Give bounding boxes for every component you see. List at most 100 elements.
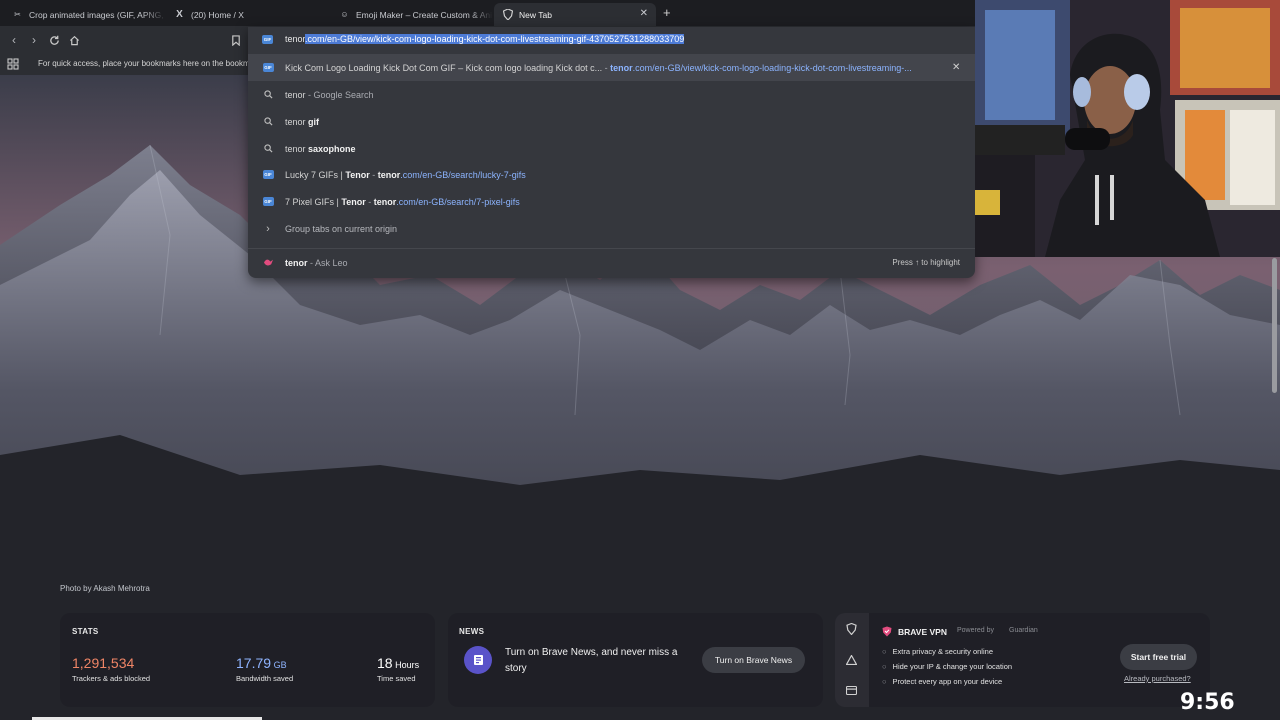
tenor-gif-icon: GIF — [262, 63, 274, 72]
time-saved-stat: 18 Hours Time saved — [377, 655, 419, 683]
bandwidth-saved-stat: 17.79 GB Bandwidth saved — [236, 655, 293, 683]
vpn-feature: ○ Protect every app on your device — [882, 677, 1003, 686]
vpn-feature-list: ○ Extra privacy & security online ○ Hide y… — [882, 644, 1012, 689]
time-unit: Hours — [395, 660, 420, 670]
suggestion-url-match: tenor — [373, 196, 397, 207]
keyboard-hint: Press ↑ to highlight — [892, 258, 960, 267]
suggestion-7-pixel-gifs[interactable]: GIF 7 Pixel GIFs | Tenor - tenor.com/en-… — [248, 188, 975, 215]
suggestion-tenor-gif[interactable]: tenor gif — [248, 108, 975, 135]
url-typed-text: tenor — [285, 34, 306, 44]
time-value: 18 — [377, 655, 393, 671]
remove-suggestion-icon[interactable]: ✕ — [952, 62, 960, 73]
suggestion-separator: - — [365, 196, 374, 207]
suggestion-title-match: Tenor — [345, 169, 370, 180]
suggestion-url: .com/en-GB/search/lucky-7-gifs — [400, 169, 526, 180]
check-circle-icon: ○ — [882, 662, 887, 671]
suggestion-engine: - Google Search — [305, 89, 374, 100]
bookmarks-bar: For quick access, place your bookmarks h… — [0, 54, 250, 75]
suggestion-title: Lucky 7 GIFs | — [285, 169, 346, 180]
bookmark-icon[interactable] — [228, 32, 244, 48]
leo-label: - Ask Leo — [307, 257, 348, 268]
suggestion-title: Kick Com Logo Loading Kick Dot Com GIF –… — [285, 62, 603, 73]
omnibox-dropdown: GIF tenor.com/en-GB/view/kick-com-logo-l… — [248, 27, 975, 278]
chevron-right-icon: › — [266, 222, 270, 235]
suggestion-url-match: tenor — [610, 62, 633, 73]
vpn-feature: ○ Extra privacy & security online — [882, 647, 993, 656]
time-label: Time saved — [377, 674, 416, 683]
tab-emoji-maker[interactable]: ☺ Emoji Maker – Create Custom & Ani — [331, 3, 493, 26]
bandwidth-label: Bandwidth saved — [236, 674, 294, 683]
back-icon[interactable]: ‹ — [6, 32, 22, 48]
suggestion-completion: gif — [308, 116, 320, 127]
suggestion-url-match: tenor — [377, 169, 401, 180]
crop-icon: ✂ — [14, 10, 21, 19]
tab-strip: ✂ Crop animated images (GIF, APNG, W X (… — [0, 0, 975, 26]
trackers-blocked-stat: 1,291,534 Trackers & ads blocked — [72, 655, 150, 683]
new-tab-button[interactable]: + — [663, 5, 671, 20]
leo-icon — [262, 257, 274, 269]
clock-overlay: 9:56 pm — [1180, 690, 1235, 720]
vpn-feature: ○ Hide your IP & change your location — [882, 662, 1013, 671]
suggestion-query: tenor — [285, 116, 309, 127]
vpn-shield-icon — [882, 626, 892, 639]
reload-icon[interactable] — [46, 32, 62, 48]
home-icon[interactable] — [66, 32, 82, 48]
guardian-logo: Guardian — [1009, 627, 1038, 634]
suggestion-action-label: Group tabs on current origin — [285, 223, 398, 234]
suggestion-query: tenor — [285, 89, 306, 100]
photo-credit[interactable]: Photo by Akash Mehrotra — [60, 584, 150, 593]
card-icon[interactable] — [845, 685, 858, 697]
emoji-icon: ☺ — [340, 10, 349, 19]
widget-switcher — [835, 613, 869, 707]
tenor-gif-icon: GIF — [262, 170, 274, 179]
suggestion-group-tabs[interactable]: › Group tabs on current origin — [248, 215, 975, 242]
tenor-gif-icon: GIF — [262, 197, 274, 206]
suggestion-url: .com/en-GB/search/7-pixel-gifs — [396, 196, 520, 207]
powered-by-label: Powered by — [957, 627, 994, 634]
suggestion-search-tenor[interactable]: tenor - Google Search — [248, 81, 975, 108]
suggestion-tenor-saxophone[interactable]: tenor saxophone — [248, 135, 975, 162]
check-circle-icon: ○ — [882, 677, 887, 686]
search-icon — [262, 143, 274, 155]
suggestion-completion: saxophone — [308, 143, 356, 154]
url-input[interactable]: tenor.com/en-GB/view/kick-com-logo-loadi… — [285, 34, 685, 44]
tab-new-tab[interactable]: New Tab ✕ — [494, 3, 656, 26]
tab-title: New Tab — [519, 9, 552, 20]
vpn-widget: BRAVE VPN Powered by Guardian ○ Extra pri… — [835, 613, 1210, 707]
news-widget: NEWS Turn on Brave News, and never miss … — [448, 613, 823, 707]
suggestion-separator: - — [369, 169, 378, 180]
suggestion-title: 7 Pixel GIFs | — [285, 196, 342, 207]
tab-x-home[interactable]: X (20) Home / X — [166, 3, 331, 26]
address-bar[interactable]: GIF tenor.com/en-GB/view/kick-com-logo-l… — [248, 27, 975, 53]
already-purchased-link[interactable]: Already purchased? — [1124, 674, 1191, 683]
news-icon — [464, 646, 492, 674]
scrollbar[interactable] — [1272, 258, 1277, 393]
leo-query: tenor — [285, 257, 308, 268]
suggestion-ask-leo[interactable]: tenor - Ask Leo Press ↑ to highlight — [248, 249, 975, 276]
bandwidth-unit: GB — [273, 660, 287, 670]
turn-on-news-button[interactable]: Turn on Brave News — [702, 647, 805, 673]
suggestion-url: .com/en-GB/view/kick-com-logo-loading-ki… — [632, 62, 912, 73]
suggestion-separator: - — [602, 62, 611, 73]
tab-title: (20) Home / X — [191, 9, 244, 20]
trackers-value: 1,291,534 — [72, 655, 135, 671]
triangle-icon[interactable] — [845, 654, 858, 667]
x-logo-icon: X — [176, 9, 183, 20]
shield-icon[interactable] — [846, 622, 857, 637]
close-tab-icon[interactable]: ✕ — [640, 8, 648, 19]
search-icon — [262, 89, 274, 101]
bookmarks-hint: For quick access, place your bookmarks h… — [38, 59, 250, 68]
url-autocomplete-selection: .com/en-GB/view/kick-com-logo-loading-ki… — [305, 34, 685, 44]
stats-widget: STATS 1,291,534 Trackers & ads blocked 1… — [60, 613, 435, 707]
suggestion-lucky-7-gifs[interactable]: GIF Lucky 7 GIFs | Tenor - tenor.com/en-… — [248, 161, 975, 188]
forward-icon[interactable]: › — [26, 32, 42, 48]
tab-crop[interactable]: ✂ Crop animated images (GIF, APNG, W — [4, 3, 166, 26]
news-title: NEWS — [459, 627, 485, 636]
tenor-gif-icon: GIF — [262, 35, 273, 44]
news-promo-text: Turn on Brave News, and never miss a sto… — [505, 647, 678, 674]
apps-grid-icon[interactable] — [7, 58, 19, 72]
start-free-trial-button[interactable]: Start free trial — [1120, 644, 1197, 670]
bandwidth-value: 17.79 — [236, 655, 272, 671]
trackers-label: Trackers & ads blocked — [72, 674, 151, 683]
suggestion-kick-gif[interactable]: GIF Kick Com Logo Loading Kick Dot Com G… — [248, 54, 975, 81]
